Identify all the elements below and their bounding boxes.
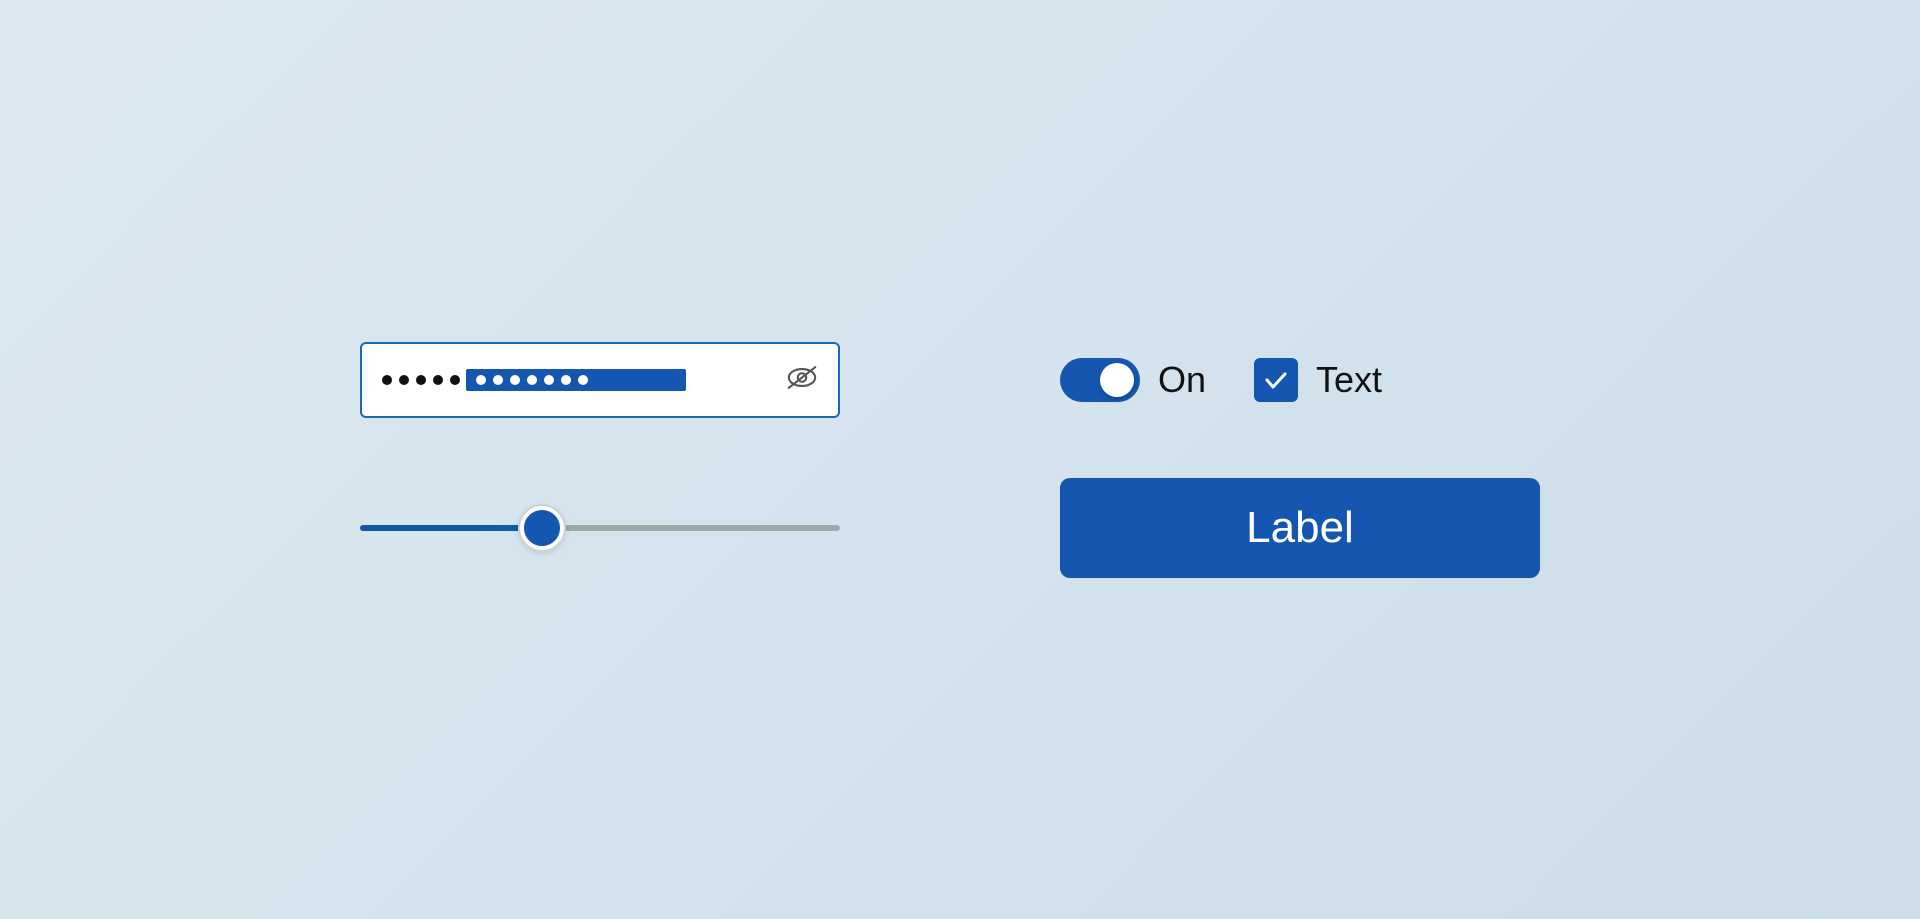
- dot-3: [416, 375, 426, 385]
- toggle-checkbox-row: On Text: [1060, 358, 1560, 402]
- password-unselected-dots: [382, 375, 460, 385]
- toggle-label: On: [1158, 359, 1206, 401]
- dot-4: [433, 375, 443, 385]
- toggle-switch[interactable]: [1060, 358, 1140, 402]
- dot-w-5: [544, 375, 554, 385]
- toggle-thumb: [1100, 363, 1134, 397]
- dot-w-4: [527, 375, 537, 385]
- slider-fill: [360, 525, 540, 531]
- main-container: On Text Label: [360, 342, 1560, 578]
- toggle-group: On: [1060, 358, 1206, 402]
- toggle-visibility-button[interactable]: [786, 361, 818, 398]
- checkmark-icon: [1263, 367, 1289, 393]
- dot-1: [382, 375, 392, 385]
- dot-w-7: [578, 375, 588, 385]
- dot-5: [450, 375, 460, 385]
- password-input[interactable]: [360, 342, 840, 418]
- dot-w-6: [561, 375, 571, 385]
- label-button[interactable]: Label: [1060, 478, 1540, 578]
- password-selected-region: [466, 369, 686, 391]
- slider-thumb[interactable]: [520, 506, 564, 550]
- checkbox-group: Text: [1254, 358, 1382, 402]
- dot-w-2: [493, 375, 503, 385]
- label-button-text: Label: [1246, 503, 1354, 553]
- eye-icon: [786, 361, 818, 393]
- slider-wrapper: [360, 498, 840, 558]
- dot-w-1: [476, 375, 486, 385]
- checkbox[interactable]: [1254, 358, 1298, 402]
- dot-2: [399, 375, 409, 385]
- checkbox-label: Text: [1316, 359, 1382, 401]
- dot-w-3: [510, 375, 520, 385]
